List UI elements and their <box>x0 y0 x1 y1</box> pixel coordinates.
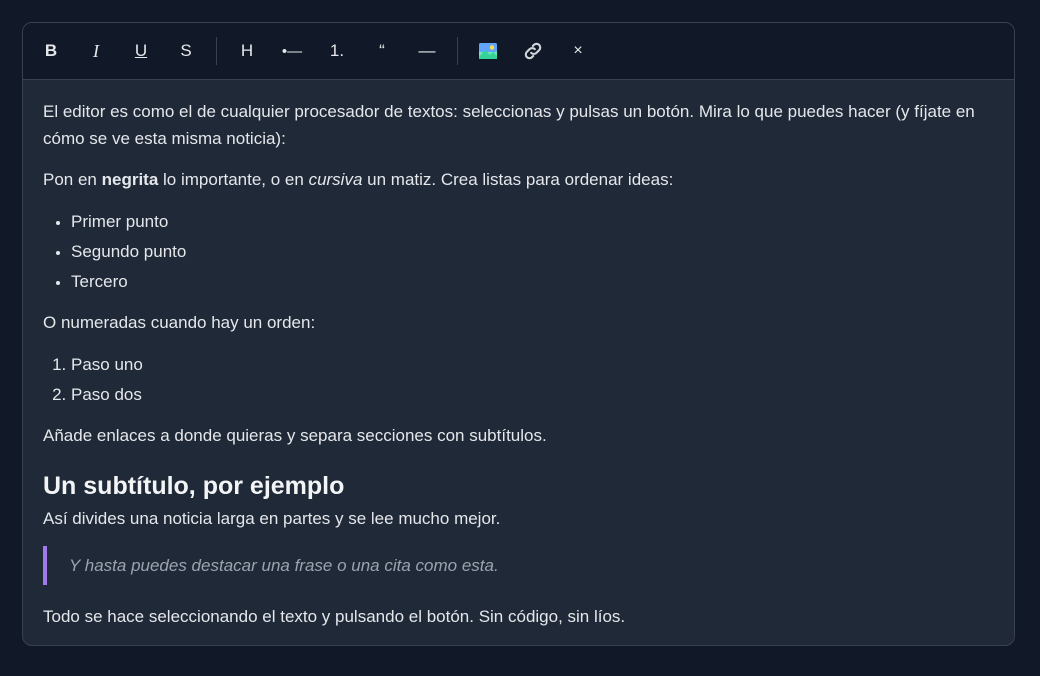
clear-format-button[interactable]: × <box>566 36 590 66</box>
strikethrough-button[interactable]: S <box>174 36 198 66</box>
bullet-list-button[interactable]: •— <box>280 36 304 66</box>
heading-button[interactable]: H <box>235 36 259 66</box>
ordered-list-button[interactable]: 1. <box>325 36 349 66</box>
blockquote: Y hasta puedes destacar una frase o una … <box>43 546 994 585</box>
underline-button[interactable]: U <box>129 36 153 66</box>
closing-paragraph: Todo se hace seleccionando el texto y pu… <box>43 607 626 626</box>
list-item: Primer punto <box>71 207 994 237</box>
bold-text: negrita <box>101 170 159 189</box>
section-subtitle: Un subtítulo, por ejemplo <box>43 472 345 500</box>
toolbar-divider <box>457 37 458 65</box>
numbered-list: Paso uno Paso dos <box>43 350 994 410</box>
format-post-text: un matiz. Crea listas para ordenar ideas… <box>362 170 674 189</box>
bold-button[interactable]: B <box>39 36 63 66</box>
editor-toolbar: B I U S H •— 1. “ — × <box>23 23 1014 80</box>
toolbar-divider <box>216 37 217 65</box>
image-icon[interactable] <box>476 36 500 66</box>
link-icon[interactable] <box>521 36 545 66</box>
editor-content[interactable]: El editor es como el de cualquier proces… <box>23 80 1014 630</box>
list-item: Segundo punto <box>71 237 994 267</box>
list-item: Paso uno <box>71 350 994 380</box>
intro-paragraph: El editor es como el de cualquier proces… <box>43 102 975 148</box>
list-item: Paso dos <box>71 380 994 410</box>
quote-button[interactable]: “ <box>370 36 394 66</box>
italic-button[interactable]: I <box>84 36 108 66</box>
bullet-list: Primer punto Segundo punto Tercero <box>43 207 994 297</box>
numbered-intro: O numeradas cuando hay un orden: <box>43 313 316 332</box>
format-mid-text: lo importante, o en <box>158 170 309 189</box>
horizontal-rule-button[interactable]: — <box>415 36 439 66</box>
subtitle-paragraph: Así divides una noticia larga en partes … <box>43 509 501 528</box>
rich-text-editor: B I U S H •— 1. “ — × El editor es como … <box>22 22 1015 646</box>
links-paragraph: Añade enlaces a donde quieras y separa s… <box>43 426 547 445</box>
format-paragraph: Pon en negrita lo importante, o en cursi… <box>43 166 994 193</box>
list-item: Tercero <box>71 267 994 297</box>
italic-text: cursiva <box>308 170 363 189</box>
format-pre-text: Pon en <box>43 170 102 189</box>
